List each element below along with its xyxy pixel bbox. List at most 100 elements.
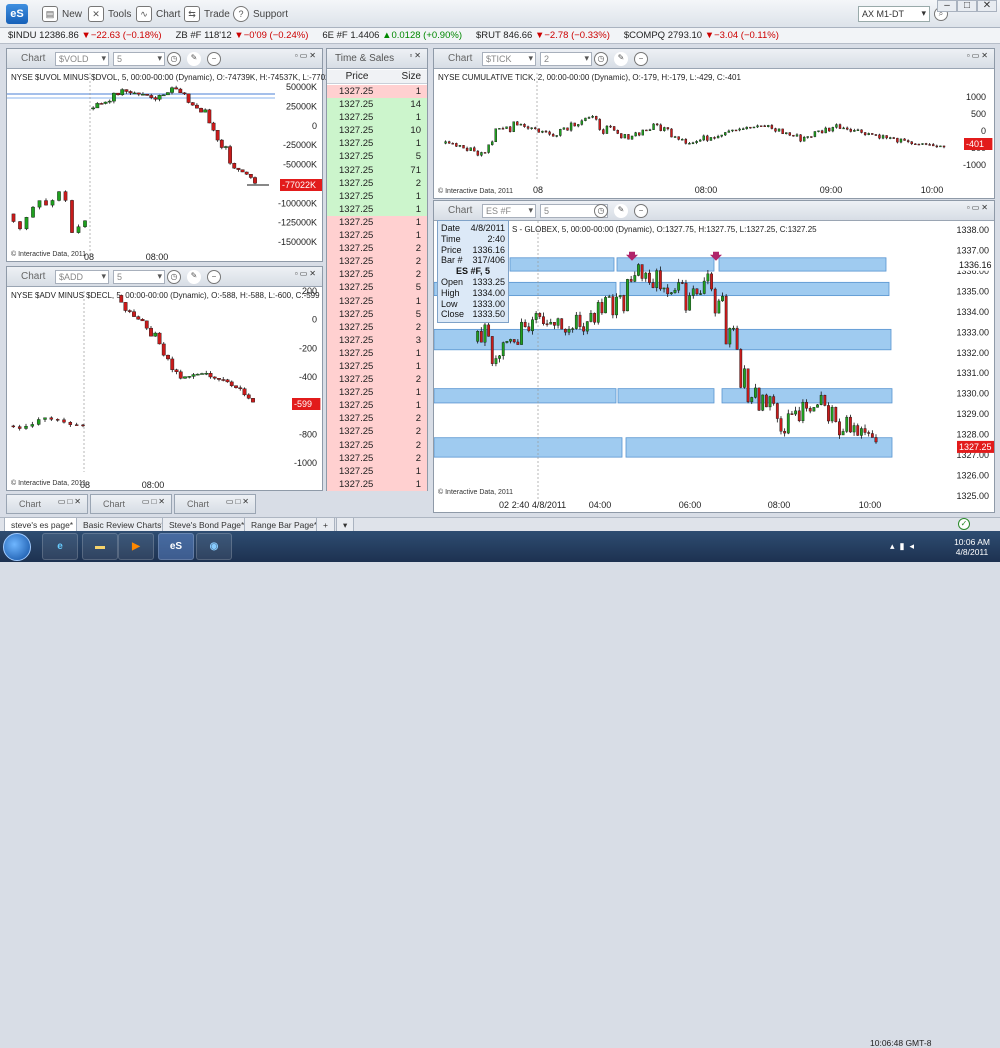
- candle-body: [538, 313, 542, 317]
- candle-body: [849, 129, 852, 132]
- trade-row[interactable]: 1327.25 2: [327, 242, 427, 256]
- minimized-chart-1[interactable]: Chart ▭□✕: [6, 494, 88, 514]
- minimize-button[interactable]: –: [937, 0, 957, 12]
- trade-row[interactable]: 1327.25 2: [327, 176, 427, 190]
- support-label: Support: [253, 8, 289, 20]
- tab-range-bar-page[interactable]: Range Bar Page*: [244, 518, 325, 532]
- trade-row[interactable]: 1327.25 71: [327, 163, 427, 177]
- trade-row[interactable]: 1327.25 1: [327, 202, 427, 216]
- candle-body: [541, 130, 544, 133]
- tab-steves-es-page[interactable]: steve's es page*: [4, 518, 81, 532]
- ticker-0[interactable]: $INDU 12386.86 ▼−22.63 (−0.18%): [8, 30, 162, 41]
- trade-row[interactable]: 1327.25 1: [327, 189, 427, 203]
- ticker-2[interactable]: 6E #F 1.4406 ▲0.0128 (+0.90%): [322, 30, 462, 41]
- tab-basic-review-charts[interactable]: Basic Review Charts*: [76, 518, 172, 532]
- trade-row[interactable]: 1327.25 2: [327, 373, 427, 387]
- trade-row[interactable]: 1327.25 1: [327, 359, 427, 374]
- ticker-4[interactable]: $COMPQ 2793.10 ▼−3.04 (−0.11%): [624, 30, 779, 41]
- trade-row[interactable]: 1327.25 2: [327, 451, 427, 465]
- minimized-chart-3[interactable]: Chart ▭□✕: [174, 494, 256, 514]
- trade-row[interactable]: 1327.25 1: [327, 399, 427, 413]
- candle-body: [494, 358, 498, 364]
- tabs-menu-chevron-icon[interactable]: ▾: [336, 518, 355, 532]
- trade-row[interactable]: 1327.25 1: [327, 229, 427, 243]
- candle-body: [211, 122, 216, 131]
- size-column-header[interactable]: Size: [387, 70, 427, 83]
- candle-body: [509, 339, 512, 342]
- trade-row[interactable]: 1327.25 2: [327, 320, 427, 334]
- trade-row[interactable]: 1327.25 2: [327, 268, 427, 282]
- trade-row[interactable]: 1327.25 1: [327, 386, 427, 400]
- candle-body: [939, 145, 942, 148]
- trade-row[interactable]: 1327.25 10: [327, 124, 427, 138]
- trade-row[interactable]: 1327.25 2: [327, 438, 427, 452]
- ticker-1[interactable]: ZB #F 118'12 ▼−0'09 (−0.24%): [176, 30, 309, 41]
- trade-row[interactable]: 1327.25 1: [327, 464, 427, 478]
- candle-body: [573, 122, 576, 127]
- es-y-tick-label: 1334.00: [956, 307, 989, 317]
- candle-body: [225, 379, 230, 383]
- candle-body: [785, 132, 788, 135]
- trade-row[interactable]: 1327.25 5: [327, 150, 427, 164]
- vold-plot[interactable]: 50000K25000K0-25000K-50000K-75000K-10000…: [7, 49, 322, 261]
- es-y-tick-label: 1332.00: [956, 348, 989, 358]
- trade-row[interactable]: 1327.25 1: [327, 137, 427, 151]
- trade-row[interactable]: 1327.25 14: [327, 98, 427, 112]
- ticker-3[interactable]: $RUT 846.66 ▼−2.78 (−0.33%): [476, 30, 610, 41]
- candle-body: [224, 146, 228, 148]
- new-label: New: [62, 8, 83, 20]
- tray-icons[interactable]: ▴▮◂: [890, 541, 919, 552]
- trade-row[interactable]: 1327.25 1: [327, 346, 427, 360]
- trade-row[interactable]: 1327.25 1: [327, 477, 427, 491]
- add-plot[interactable]: 2000-200-400-600-800-1000-5990808:00: [7, 267, 322, 490]
- es-plot[interactable]: 1338.001337.001336.001335.001334.001333.…: [434, 201, 994, 512]
- chart-button[interactable]: ∿ Chart: [136, 6, 180, 22]
- price-column-header[interactable]: Price: [327, 70, 387, 83]
- tab-steves-bond-page[interactable]: Steve's Bond Page*: [162, 518, 252, 532]
- candle-body: [549, 322, 553, 325]
- minimized-chart-2[interactable]: Chart ▭□✕: [90, 494, 172, 514]
- network-app-icon[interactable]: ◉: [196, 533, 232, 560]
- new-button[interactable]: ▤ New: [42, 6, 82, 22]
- tools-button[interactable]: ✕ Tools: [88, 6, 131, 22]
- vold-y-tick-label: -100000K: [278, 198, 317, 208]
- trade-row[interactable]: 1327.25 5: [327, 281, 427, 295]
- app-logo[interactable]: eS: [6, 4, 28, 24]
- candle-body: [501, 128, 505, 130]
- media-player-icon[interactable]: ▶: [118, 533, 154, 560]
- candle-body: [479, 331, 483, 343]
- candle-body: [684, 139, 688, 144]
- candle-body: [18, 221, 22, 230]
- folder-icon[interactable]: ▬: [82, 533, 118, 560]
- trade-row[interactable]: 1327.25 3: [327, 333, 427, 347]
- panel-window-controls[interactable]: ▫✕: [409, 51, 423, 60]
- trade-row[interactable]: 1327.25 2: [327, 412, 427, 426]
- trade-row[interactable]: 1327.25 2: [327, 425, 427, 439]
- account-select[interactable]: AX M1-DT: [858, 6, 930, 22]
- candle-body: [498, 355, 501, 359]
- trade-row[interactable]: 1327.25 1: [327, 294, 427, 308]
- candle-body: [713, 288, 717, 314]
- candle-body: [648, 129, 652, 131]
- candle-body: [754, 387, 757, 398]
- candle-body: [487, 144, 490, 153]
- candle-body: [562, 127, 566, 130]
- trade-row[interactable]: 1327.25 1: [327, 111, 427, 125]
- trade-row[interactable]: 1327.25 1: [327, 215, 427, 230]
- trade-button[interactable]: ⇆ Trade: [184, 6, 230, 22]
- maximize-button[interactable]: □: [957, 0, 977, 12]
- ie-icon[interactable]: e: [42, 533, 78, 560]
- add-tab-button[interactable]: +: [316, 518, 335, 532]
- candle-body: [899, 138, 903, 143]
- candle-body: [677, 282, 681, 291]
- trade-row[interactable]: 1327.25 1: [327, 85, 427, 99]
- start-button[interactable]: [3, 533, 31, 561]
- tick-plot[interactable]: 10005000-500-1000-4010808:0009:0010:00: [434, 49, 994, 198]
- trade-row[interactable]: 1327.25 2: [327, 255, 427, 269]
- trade-row[interactable]: 1327.25 5: [327, 307, 427, 321]
- close-button[interactable]: ✕: [977, 0, 997, 12]
- support-button[interactable]: ? Support: [233, 6, 288, 22]
- taskbar-app-es[interactable]: eS: [158, 533, 194, 560]
- tick-y-tick-label: 0: [981, 126, 986, 136]
- candle-body: [728, 328, 732, 345]
